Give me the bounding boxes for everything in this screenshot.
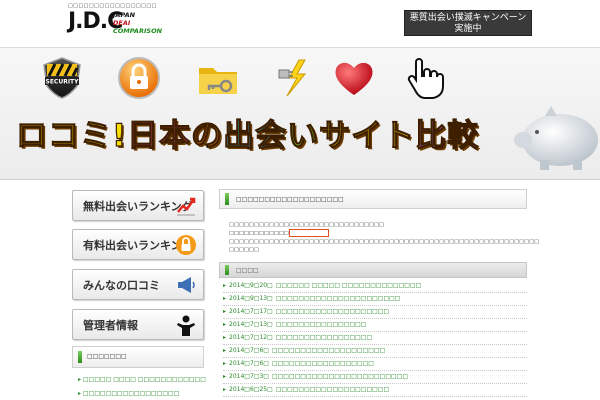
banner-title-char: ミ bbox=[79, 117, 111, 154]
megaphone-icon bbox=[178, 277, 195, 293]
campaign-line-2: 実施中 bbox=[454, 24, 482, 34]
banner-title: ロコミ! 日本の出会いサイト比較 bbox=[15, 116, 479, 156]
arrow-icon: ▸ bbox=[223, 334, 227, 341]
sidebar-link[interactable]: □□□□□□□□□□□□□□□□□ bbox=[78, 390, 179, 397]
news-item[interactable]: ▸ 2014□6□25□ □□□□□□□□□□□□□□□□□□□□ bbox=[223, 384, 527, 397]
hand-cursor-icon bbox=[407, 58, 444, 99]
news-text: □□□□□□ □□□□□ □□□□□□□□□□□□□□ bbox=[275, 282, 422, 289]
highlight-box bbox=[289, 229, 330, 237]
news-item[interactable]: ▸ 2014□7□13□ □□□□□□□□□□□□□□□□ bbox=[223, 319, 527, 332]
news-date: 2014□7□6□ bbox=[229, 360, 269, 367]
piggy-bank-icon bbox=[514, 106, 598, 170]
arrow-icon: ▸ bbox=[223, 360, 227, 367]
intro-line-2b: □□□□□□□□□□□□□□□□□□□□□□□□□□□□□□□□□□□□□□□□… bbox=[229, 238, 540, 245]
news-date: 2014□9□13□ bbox=[229, 295, 273, 302]
intro-line-2a: □□□□□□□□□□□□ bbox=[229, 230, 290, 237]
heart-icon bbox=[335, 62, 373, 95]
banner-title-char: ロ bbox=[15, 117, 47, 154]
news-date: 2014□7□3□ bbox=[229, 373, 269, 380]
news-text: □□□□□□□□□□□□□□□□ bbox=[275, 321, 367, 328]
section-marker bbox=[225, 193, 229, 205]
news-item[interactable]: ▸ 2014□9□20□ □□□□□□ □□□□□ □□□□□□□□□□□□□□ bbox=[223, 280, 527, 293]
chart-up-icon bbox=[177, 197, 196, 216]
news-date: 2014□7□13□ bbox=[229, 321, 273, 328]
news-date: 2014□6□25□ bbox=[229, 386, 273, 393]
news-item[interactable]: ▸ 2014□7□17□ □□□□□□□□□□□□□□□□□□□□ bbox=[223, 306, 527, 319]
news-section-title: □□□□ bbox=[236, 267, 259, 274]
news-item[interactable]: ▸ 2014□7□6□ □□□□□□□□□□□□□□□□□□□□ bbox=[223, 345, 527, 358]
news-date: 2014□9□20□ bbox=[229, 282, 273, 289]
banner-title-char: イ bbox=[351, 117, 383, 154]
security-text: SECURITY bbox=[46, 79, 80, 86]
security-badge-icon: SECURITY bbox=[43, 57, 81, 99]
plug-lightning-icon bbox=[278, 59, 307, 97]
arrow-icon: ▸ bbox=[223, 295, 227, 302]
news-text: □□□□□□□□□□□□□□□□□□□□ bbox=[271, 347, 386, 354]
banner-title-char: 会 bbox=[255, 117, 287, 154]
main-section-title: □□□□□□□□□□□□□□□□□□□ bbox=[236, 196, 344, 203]
arrow-icon: ▸ bbox=[223, 373, 227, 380]
news-item[interactable]: ▸ 2014□7□6□ □□□□□□□□□□□□□□□□□□ bbox=[223, 358, 527, 371]
section-marker bbox=[225, 265, 229, 275]
arrow-icon: ▸ bbox=[223, 386, 227, 393]
news-list: ▸ 2014□9□20□ □□□□□□ □□□□□ □□□□□□□□□□□□□□ ▸… bbox=[223, 280, 527, 397]
news-item[interactable]: ▸ 2014□7□3□ □□□□□□□□□□□□□□□□□□□□□□□□ bbox=[223, 371, 527, 384]
sidebar-link[interactable]: □□□□□ □□□□ □□□□□□□□□□□□ bbox=[78, 376, 206, 383]
sidebar-button-label: 管理者情報 bbox=[83, 319, 138, 332]
banner-title-char: い bbox=[287, 117, 319, 154]
page: □□□□□□□□□□□□□□□□□ J.D.C JAPAN DEAI COMPA… bbox=[0, 0, 600, 400]
news-item[interactable]: ▸ 2014□9□13□ □□□□□□□□□□□□□□□□□□□□□□ bbox=[223, 293, 527, 306]
news-text: □□□□□□□□□□□□□□□□□□□□ bbox=[275, 386, 390, 393]
site-logo[interactable]: J.D.C JAPAN DEAI COMPARISON bbox=[68, 9, 178, 43]
arrow-icon: ▸ bbox=[223, 308, 227, 315]
folder-key-icon bbox=[199, 68, 237, 94]
person-silhouette-icon bbox=[177, 315, 195, 336]
intro-line-2: □□□□□□□□□□□□□□□□□□□□□□□□□□□□□□□□□□□□□□□□… bbox=[229, 229, 539, 246]
intro-line: □□□□□□□□□□□□□□□□□□□□□□□□□□□□□□□ bbox=[229, 222, 385, 228]
banner-title-char: 出 bbox=[223, 117, 255, 154]
logo-sub-deai: DEAI bbox=[113, 19, 131, 27]
news-section-header: □□□□ bbox=[219, 262, 527, 278]
campaign-banner-button[interactable]: 悪質出会い撲滅キャンペーン 実施中 bbox=[404, 10, 532, 36]
arrow-icon: ▸ bbox=[223, 347, 227, 354]
sidebar-button-free-ranking[interactable]: 無料出会いランキング bbox=[72, 190, 204, 221]
banner-title-char: 較 bbox=[447, 117, 479, 154]
news-text: □□□□□□□□□□□□□□□□□□□□□□ bbox=[275, 295, 401, 302]
intro-line-3: □□□□□□ bbox=[229, 246, 260, 253]
news-date: 2014□7□12□ bbox=[229, 334, 273, 341]
logo-sub-japan: JAPAN bbox=[113, 11, 136, 19]
hero-banner: SECURITY ロ コ ミ ! 日 本 の 出 会 い サ イ ト 比 較 bbox=[0, 48, 600, 180]
news-date: 2014□7□6□ bbox=[229, 347, 269, 354]
campaign-line-1: 悪質出会い撲滅キャンペーン bbox=[409, 13, 527, 23]
sidebar-button-reviews[interactable]: みんなの口コミ bbox=[72, 269, 204, 300]
arrow-icon: ▸ bbox=[223, 282, 227, 289]
arrow-icon: ▸ bbox=[223, 321, 227, 328]
sidebar-button-label: みんなの口コミ bbox=[83, 279, 160, 292]
banner-title-char: 日 bbox=[127, 117, 159, 154]
sidebar-section-header: □□□□□□□ bbox=[72, 346, 204, 368]
news-text: □□□□□□□□□□□□□□□□□□□□ bbox=[275, 308, 390, 315]
news-text: □□□□□□□□□□□□□□□□□ bbox=[275, 334, 373, 341]
sidebar-button-admin-info[interactable]: 管理者情報 bbox=[72, 309, 204, 340]
section-marker bbox=[78, 351, 82, 363]
news-date: 2014□7□17□ bbox=[229, 308, 273, 315]
logo-sub-comparison: COMPARISON bbox=[113, 27, 163, 35]
site-header: □□□□□□□□□□□□□□□□□ J.D.C JAPAN DEAI COMPA… bbox=[0, 0, 600, 48]
banner-title-char: 本 bbox=[159, 117, 191, 154]
news-item[interactable]: ▸ 2014□7□12□ □□□□□□□□□□□□□□□□□ bbox=[223, 332, 527, 345]
banner-title-char: サ bbox=[319, 117, 351, 154]
banner-title-char: ト bbox=[383, 117, 415, 154]
banner-title-char: の bbox=[191, 117, 223, 154]
main-section-header: □□□□□□□□□□□□□□□□□□□ bbox=[219, 189, 527, 209]
sidebar-section-title: □□□□□□□ bbox=[87, 353, 127, 360]
news-text: □□□□□□□□□□□□□□□□□□ bbox=[271, 360, 374, 367]
sidebar-button-paid-ranking[interactable]: 有料出会いランキング bbox=[72, 229, 204, 260]
lock-icon bbox=[176, 235, 196, 255]
news-text: □□□□□□□□□□□□□□□□□□□□□□□□ bbox=[271, 373, 408, 380]
banner-title-char: コ bbox=[47, 117, 79, 154]
intro-text: □□□□□□□□□□□□□□□□□□□□□□□□□□□□□□□ □□□□□□□□… bbox=[229, 221, 539, 254]
padlock-icon bbox=[118, 57, 160, 99]
banner-title-char: 比 bbox=[415, 117, 447, 154]
banner-title-char: ! bbox=[111, 117, 127, 154]
